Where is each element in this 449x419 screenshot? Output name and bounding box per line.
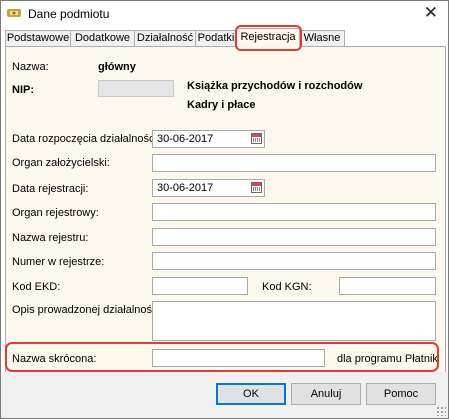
kadry-i-place-text: Kadry i płace bbox=[187, 99, 256, 111]
numer-rejestru-label: Numer w rejestrze: bbox=[12, 256, 105, 268]
nip-field[interactable] bbox=[98, 80, 174, 97]
help-button[interactable]: Pomoc bbox=[366, 383, 436, 405]
ksiega-przychodow-text: Książka przychodów i rozchodów bbox=[187, 80, 363, 92]
tab-dzialalnosc[interactable]: Działalność bbox=[134, 30, 196, 46]
data-rozpoczecia-field[interactable]: 30-06-2017 bbox=[152, 130, 265, 148]
numer-rejestru-field[interactable] bbox=[152, 252, 436, 270]
dla-programu-platnik-text: dla programu Płatnik bbox=[337, 353, 438, 365]
resize-grip-icon[interactable] bbox=[436, 406, 446, 416]
dane-podmiotu-dialog: Dane podmiotu ✕ Podstawowe Dodatkowe Dzi… bbox=[0, 0, 449, 419]
tab-podatki[interactable]: Podatki bbox=[195, 30, 237, 46]
title-bar: Dane podmiotu ✕ bbox=[1, 1, 448, 27]
data-rozpoczecia-label: Data rozpoczęcia działalności: bbox=[12, 133, 160, 145]
rejestracja-panel: Nazwa: główny NIP: Książka przychodów i … bbox=[5, 46, 446, 373]
data-rejestracji-label: Data rejestracji: bbox=[12, 183, 89, 195]
nazwa-rejestru-field[interactable] bbox=[152, 228, 436, 246]
kod-ekd-field[interactable] bbox=[152, 277, 248, 295]
nazwa-label: Nazwa: bbox=[12, 61, 49, 73]
calendar-icon[interactable] bbox=[251, 182, 262, 193]
data-rozpoczecia-value: 30-06-2017 bbox=[157, 133, 214, 145]
organ-rejestrowy-field[interactable] bbox=[152, 203, 436, 221]
close-icon[interactable]: ✕ bbox=[424, 3, 438, 23]
nazwa-skrocona-field[interactable] bbox=[152, 349, 325, 367]
ok-button[interactable]: OK bbox=[216, 383, 286, 405]
tab-rejestracja[interactable]: Rejestracja bbox=[236, 28, 300, 47]
organ-zalozycielski-label: Organ założycielski: bbox=[12, 157, 110, 169]
data-rejestracji-field[interactable]: 30-06-2017 bbox=[152, 179, 265, 197]
tab-podstawowe[interactable]: Podstawowe bbox=[5, 30, 71, 46]
calendar-icon[interactable] bbox=[251, 133, 262, 144]
data-rejestracji-value: 30-06-2017 bbox=[157, 182, 214, 194]
nip-label: NIP: bbox=[12, 84, 34, 96]
cancel-button[interactable]: Anuluj bbox=[291, 383, 361, 405]
tab-dodatkowe[interactable]: Dodatkowe bbox=[70, 30, 135, 46]
nazwa-rejestru-label: Nazwa rejestru: bbox=[12, 232, 89, 244]
organ-zalozycielski-field[interactable] bbox=[152, 154, 436, 172]
window-title: Dane podmiotu bbox=[28, 7, 110, 21]
nazwa-skrocona-label: Nazwa skrócona: bbox=[12, 353, 97, 365]
organ-rejestrowy-label: Organ rejestrowy: bbox=[12, 207, 99, 219]
kod-ekd-label: Kod EKD: bbox=[12, 281, 61, 293]
kod-kgn-field[interactable] bbox=[339, 277, 436, 295]
opis-dzialalnosci-field[interactable] bbox=[152, 301, 436, 341]
app-icon bbox=[7, 9, 21, 17]
tab-wlasne[interactable]: Własne bbox=[299, 30, 345, 46]
kod-kgn-label: Kod KGN: bbox=[262, 281, 312, 293]
nazwa-value: główny bbox=[98, 61, 136, 73]
button-bar: OK Anuluj Pomoc bbox=[1, 372, 448, 418]
opis-dzialalnosci-label: Opis prowadzonej działalności: bbox=[12, 304, 164, 316]
